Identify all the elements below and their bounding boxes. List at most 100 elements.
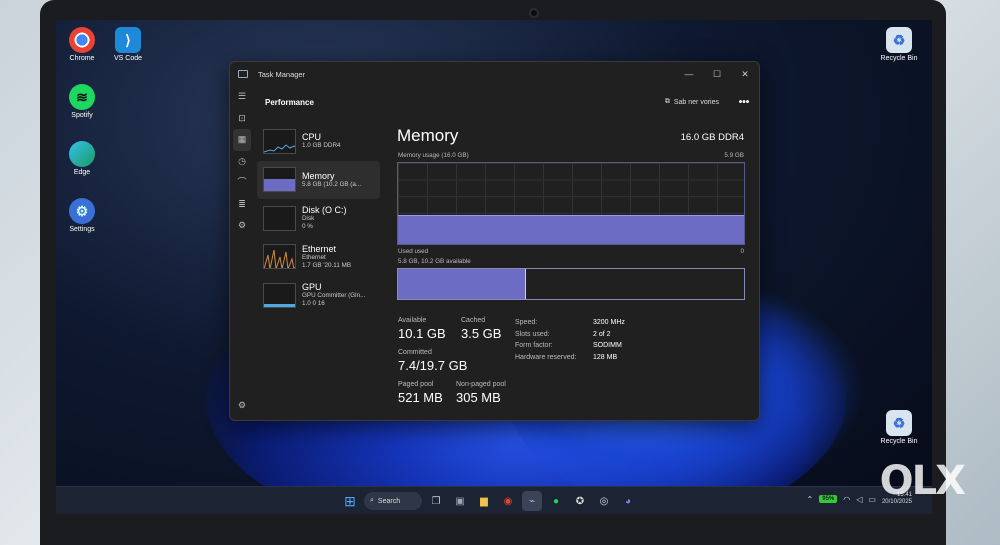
device-name: GPU bbox=[302, 282, 322, 293]
device-name: Memory bbox=[302, 170, 335, 181]
task-view-icon[interactable]: ❐ bbox=[426, 491, 446, 511]
nav-rail: ☰ ⊡ ▦ ◷ ⌒ ≣ ⚙ ⚙ bbox=[230, 86, 254, 420]
ethernet-sparkline bbox=[263, 244, 296, 270]
recycle-bin-icon: ♻ bbox=[886, 410, 912, 436]
device-name: Disk (O C:) bbox=[302, 205, 347, 216]
memory-composition-bar bbox=[397, 268, 745, 300]
vscode-icon: ⟩ bbox=[115, 27, 141, 53]
device-name: Ethernet bbox=[302, 243, 337, 254]
memory-sparkline bbox=[263, 167, 296, 193]
stat-value: 7.4/19.7 GB bbox=[398, 358, 468, 373]
battery-icon[interactable]: ▭ bbox=[868, 495, 876, 504]
desktop-icon-spotify[interactable]: ≋ Spotify bbox=[56, 84, 112, 119]
more-options-button[interactable]: ••• bbox=[729, 97, 759, 108]
speaker-icon[interactable]: ◁ bbox=[856, 495, 862, 504]
device-sub: GPU Committer (Gln... bbox=[302, 292, 366, 300]
device-memory[interactable]: Memory 5.8 GB (10.2 GB (a... bbox=[257, 160, 380, 199]
desktop-icon-recycle-bin[interactable]: ♻ Recycle Bin bbox=[869, 27, 929, 62]
details-icon[interactable]: ≣ bbox=[230, 194, 254, 216]
stat-label: Paged pool bbox=[398, 381, 434, 388]
device-sub-2: 0 % bbox=[302, 223, 313, 231]
stat-available: Available 10.1 GB bbox=[398, 317, 446, 341]
desktop-icon-recycle-bin-2[interactable]: ♻ Recycle Bin bbox=[869, 410, 929, 445]
spec-value: 128 MB bbox=[593, 353, 618, 361]
app-taskbar-icon[interactable]: ✪ bbox=[570, 491, 590, 511]
composition-in-use bbox=[398, 269, 527, 299]
wifi-icon[interactable]: ◠ bbox=[843, 495, 850, 504]
memory-usage-fill bbox=[398, 214, 744, 244]
chat-icon[interactable]: ▣ bbox=[450, 491, 470, 511]
stat-value: 521 MB bbox=[398, 390, 443, 405]
desktop-icon-label: VS Code bbox=[113, 55, 143, 62]
stat-non-paged-pool: Non-paged pool 305 MB bbox=[456, 381, 506, 405]
memory-sparkline-fill bbox=[264, 178, 295, 192]
device-list: CPU 1.0 GB DDR4 Memory 5.8 GB (10.2 GB (… bbox=[257, 122, 380, 315]
desktop-icon-settings[interactable]: ⚙ Settings bbox=[56, 198, 112, 233]
spec-key: Hardware reserved: bbox=[515, 353, 577, 361]
window-title: Task Manager bbox=[258, 69, 306, 79]
services-icon[interactable]: ⚙ bbox=[230, 215, 254, 237]
desktop-icon-label: Spotify bbox=[71, 112, 93, 119]
device-sub: Disk bbox=[302, 215, 315, 223]
device-sub: Ethernet bbox=[302, 253, 326, 261]
task-manager-icon bbox=[238, 70, 248, 78]
spotify-taskbar-icon[interactable]: ● bbox=[546, 491, 566, 511]
device-sub-2: 1.7 GB '20.11 MB bbox=[302, 261, 352, 269]
desktop-icon-label: Recycle Bin bbox=[880, 438, 918, 445]
app-taskbar-icon-2[interactable]: ◎ bbox=[594, 491, 614, 511]
gear-icon: ⚙ bbox=[69, 198, 95, 224]
panel-title: Memory bbox=[397, 126, 459, 145]
spec-key: Slots used: bbox=[515, 330, 550, 338]
discord-taskbar-icon[interactable]: ◕ bbox=[618, 491, 638, 511]
olx-watermark-logo: OLX bbox=[879, 458, 966, 504]
memory-usage-graph bbox=[397, 162, 745, 245]
search-label: Search bbox=[377, 497, 401, 505]
device-gpu[interactable]: GPU GPU Committer (Gln... 1.0 0 16 bbox=[257, 276, 380, 315]
chrome-taskbar-icon[interactable]: ◉ bbox=[498, 491, 518, 511]
desktop-icon-label: Edge bbox=[73, 169, 91, 176]
file-explorer-icon[interactable]: ▆ bbox=[474, 491, 494, 511]
chevron-up-icon[interactable]: ⌃ bbox=[807, 495, 814, 504]
stat-label: Non-paged pool bbox=[456, 381, 506, 388]
app-history-icon[interactable]: ◷ bbox=[230, 151, 254, 173]
device-ethernet[interactable]: Ethernet Ethernet 1.7 GB '20.11 MB bbox=[257, 238, 380, 277]
spotify-icon: ≋ bbox=[69, 84, 95, 110]
battery-indicator[interactable]: 95% bbox=[819, 495, 838, 503]
task-manager-taskbar-icon[interactable]: ⌁ bbox=[522, 491, 542, 511]
taskbar-apps: ⊞ ⌕ Search ❐ ▣ ▆ ◉ ⌁ ● ✪ ◎ ◕ bbox=[340, 491, 638, 511]
stat-value: 10.1 GB bbox=[398, 326, 446, 341]
task-manager-window: Task Manager — ☐ ✕ ☰ ⊡ ▦ ◷ ⌒ ≣ ⚙ ⚙ Perfo… bbox=[229, 61, 760, 421]
processes-icon[interactable]: ⊡ bbox=[230, 108, 254, 130]
device-disk[interactable]: Disk (O C:) Disk 0 % bbox=[257, 199, 380, 238]
minimize-icon[interactable]: — bbox=[675, 69, 703, 80]
cpu-sparkline bbox=[263, 128, 296, 154]
close-icon[interactable]: ✕ bbox=[731, 69, 759, 80]
run-new-task-button[interactable]: ⧉ Sab ner vories bbox=[665, 98, 719, 106]
webcam bbox=[529, 8, 539, 18]
device-name: CPU bbox=[302, 132, 322, 143]
startup-apps-icon[interactable]: ⌒ bbox=[230, 172, 254, 194]
run-task-icon: ⧉ bbox=[664, 98, 670, 105]
spec-row: Form factor: SODIMM bbox=[515, 340, 625, 352]
desktop-icon-edge[interactable]: Edge bbox=[56, 141, 112, 176]
maximize-icon[interactable]: ☐ bbox=[703, 69, 731, 80]
stat-value: 305 MB bbox=[456, 390, 501, 405]
taskbar: ⊞ ⌕ Search ❐ ▣ ▆ ◉ ⌁ ● ✪ ◎ ◕ ⌃ 95% ◠ ◁ ▭… bbox=[56, 486, 932, 514]
spec-value: 2 of 2 bbox=[593, 330, 611, 338]
desktop-icon-label: Settings bbox=[69, 226, 95, 233]
hamburger-menu-icon[interactable]: ☰ bbox=[230, 86, 254, 108]
chrome-icon bbox=[69, 27, 95, 53]
usage-graph-footer: Used used bbox=[398, 248, 429, 255]
desktop-icon-vscode[interactable]: ⟩ VS Code bbox=[98, 27, 158, 62]
usage-graph-label: Memory usage (16.0 GB) bbox=[398, 152, 469, 159]
device-cpu[interactable]: CPU 1.0 GB DDR4 bbox=[257, 122, 380, 161]
stat-value: 3.5 GB bbox=[461, 326, 502, 341]
ethernet-sparkline-graph bbox=[264, 250, 295, 269]
performance-icon[interactable]: ▦ bbox=[233, 129, 251, 151]
settings-icon[interactable]: ⚙ bbox=[230, 395, 254, 417]
start-button[interactable]: ⊞ bbox=[340, 491, 360, 511]
stat-committed: Committed 7.4/19.7 GB bbox=[398, 349, 467, 373]
taskbar-search[interactable]: ⌕ Search bbox=[364, 492, 422, 510]
stat-cached: Cached 3.5 GB bbox=[461, 317, 501, 341]
desktop-icon-label: Chrome bbox=[69, 55, 95, 62]
